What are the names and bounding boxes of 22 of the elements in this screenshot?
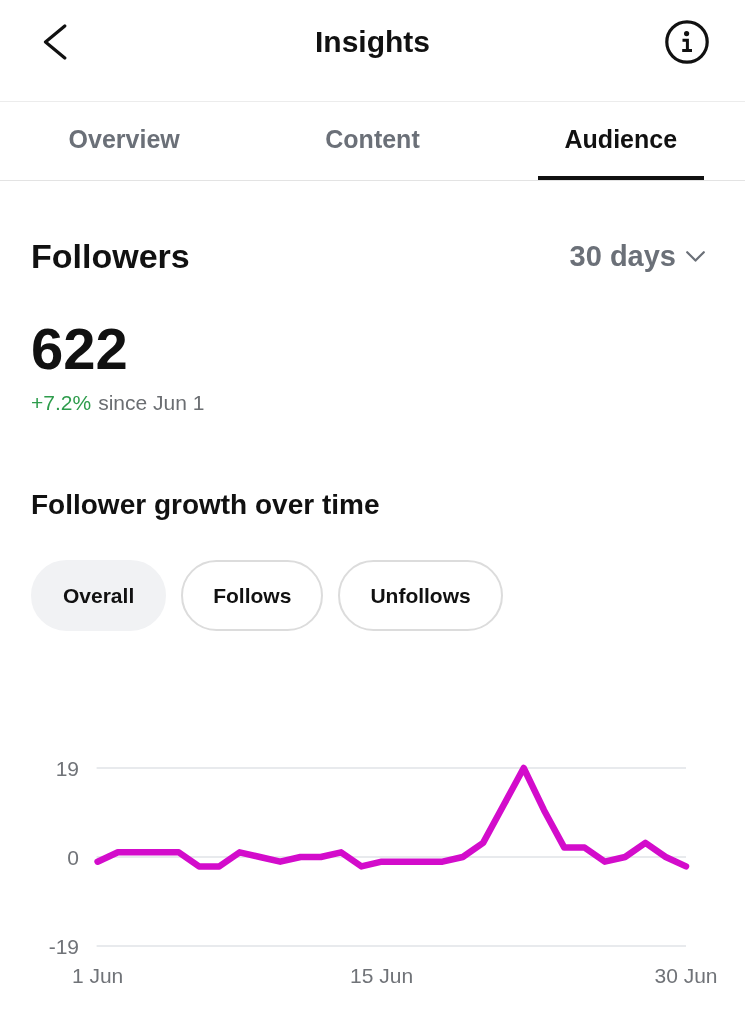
chevron-down-icon [686, 250, 705, 262]
filter-chip[interactable]: Overall [31, 560, 167, 631]
change-percent: +7.2% [31, 390, 92, 416]
page-title: Insights [315, 24, 430, 60]
info-icon[interactable] [665, 20, 709, 64]
filter-chip[interactable]: Unfollows [338, 560, 503, 631]
change-period: since Jun 1 [98, 390, 205, 416]
x-tick-label: 1 Jun [71, 964, 124, 987]
tab[interactable]: Overview [41, 102, 207, 180]
tab[interactable]: Content [298, 102, 447, 180]
followers-title: Followers [31, 236, 190, 276]
y-tick-label: 19 [55, 756, 79, 780]
y-tick-label: 0 [67, 845, 79, 869]
back-icon[interactable] [43, 23, 67, 60]
x-tick-label: 30 Jun [654, 964, 718, 987]
tab[interactable]: Audience [537, 102, 705, 180]
growth-title: Follower growth over time [31, 488, 381, 522]
follower-count: 622 [31, 317, 129, 381]
x-tick-label: 15 Jun [350, 964, 414, 987]
period-dropdown[interactable]: 30 days [569, 239, 705, 273]
y-tick-label: -19 [48, 934, 79, 958]
filter-chip[interactable]: Follows [181, 560, 324, 631]
